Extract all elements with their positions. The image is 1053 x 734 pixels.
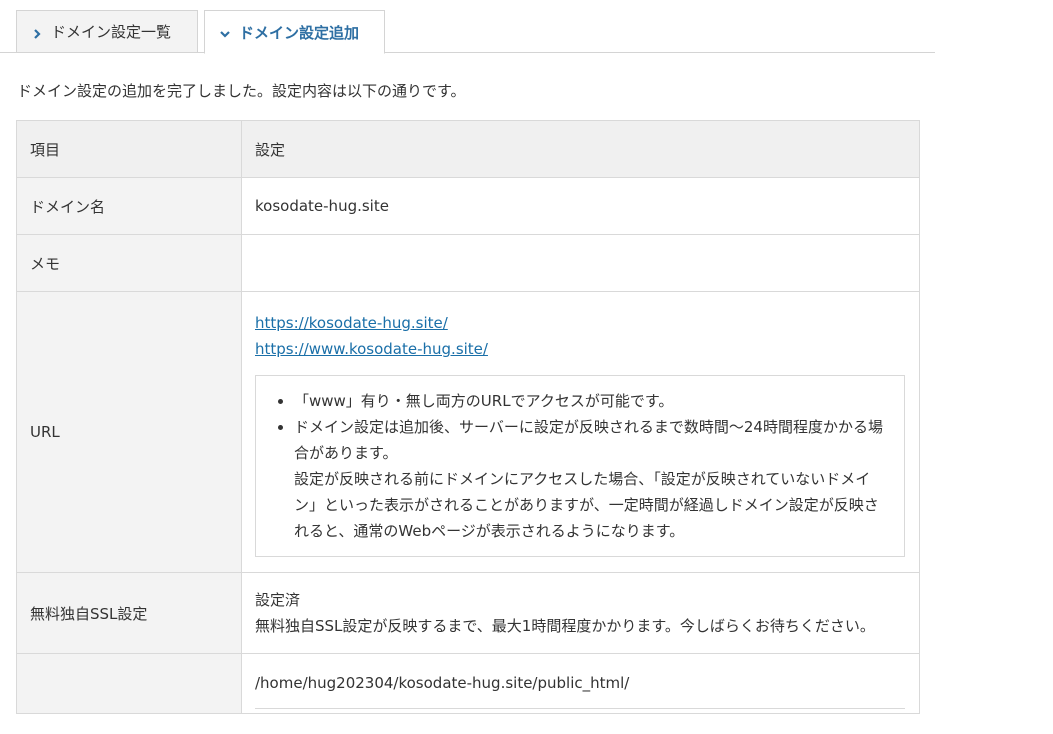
domain-name-value: kosodate-hug.site [241, 177, 920, 235]
url-value: https://kosodate-hug.site/ https://www.k… [241, 291, 920, 573]
document-root-path: /home/hug202304/kosodate-hug.site/public… [255, 673, 630, 692]
url-note-box: 「www」有り・無し両方のURLでアクセスが可能です。 ドメイン設定は追加後、サ… [255, 375, 905, 557]
url-note-propagation-detail: 設定が反映される前にドメインにアクセスした場合、「設定が反映されていないドメイン… [294, 470, 879, 540]
tab-bar: ドメイン設定一覧 ドメイン設定追加 [0, 0, 935, 54]
domain-name-label: ドメイン名 [16, 177, 242, 235]
path-note-box [255, 707, 905, 709]
url-note-www: 「www」有り・無し両方のURLでアクセスが可能です。 [294, 388, 890, 414]
header-setting: 設定 [241, 120, 920, 178]
ssl-note: 無料独自SSL設定が反映するまで、最大1時間程度かかります。今しばらくお待ちくだ… [255, 617, 875, 635]
header-item: 項目 [16, 120, 242, 178]
tab-domain-list-label: ドメイン設定一覧 [51, 23, 172, 41]
url-link-root[interactable]: https://kosodate-hug.site/ [255, 314, 448, 332]
chevron-right-icon [31, 26, 43, 39]
url-note-propagation: ドメイン設定は追加後、サーバーに設定が反映されるまで数時間〜24時間程度かかる場… [294, 414, 890, 544]
table-row: URL https://kosodate-hug.site/ https://w… [16, 291, 920, 573]
ssl-label: 無料独自SSL設定 [16, 572, 242, 654]
url-link-www[interactable]: https://www.kosodate-hug.site/ [255, 340, 488, 358]
table-row: /home/hug202304/kosodate-hug.site/public… [16, 653, 920, 714]
chevron-down-icon [219, 26, 231, 38]
tab-domain-list[interactable]: ドメイン設定一覧 [16, 10, 198, 53]
table-row: ドメイン名 kosodate-hug.site [16, 177, 920, 235]
path-label [16, 653, 242, 714]
table-header-row: 項目 設定 [16, 120, 920, 178]
memo-value [241, 234, 920, 292]
tab-domain-add-label: ドメイン設定追加 [239, 23, 360, 42]
url-note-propagation-text: ドメイン設定は追加後、サーバーに設定が反映されるまで数時間〜24時間程度かかる場… [294, 418, 883, 462]
settings-table: 項目 設定 ドメイン名 kosodate-hug.site メモ URL htt… [16, 120, 920, 714]
ssl-status: 設定済 [255, 591, 301, 609]
tab-domain-add[interactable]: ドメイン設定追加 [204, 10, 385, 54]
path-value-cell: /home/hug202304/kosodate-hug.site/public… [241, 653, 920, 714]
completion-message: ドメイン設定の追加を完了しました。設定内容は以下の通りです。 [17, 82, 466, 100]
table-row: メモ [16, 234, 920, 292]
ssl-value: 設定済 無料独自SSL設定が反映するまで、最大1時間程度かかります。今しばらくお… [241, 572, 920, 654]
memo-label: メモ [16, 234, 242, 292]
table-row: 無料独自SSL設定 設定済 無料独自SSL設定が反映するまで、最大1時間程度かか… [16, 572, 920, 654]
url-label: URL [16, 291, 242, 573]
